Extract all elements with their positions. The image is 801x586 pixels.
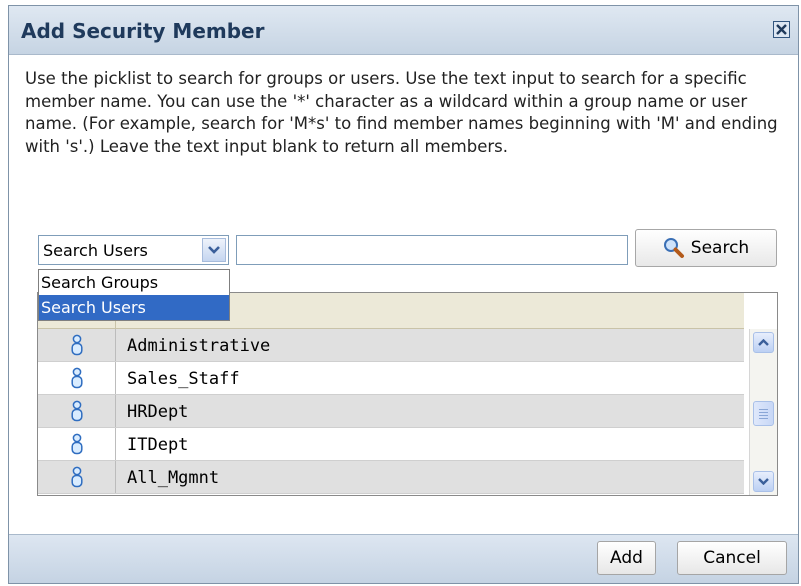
add-security-member-dialog: Add Security Member Use the picklist to …	[8, 5, 799, 584]
option-search-groups[interactable]: Search Groups	[39, 270, 229, 295]
search-button[interactable]: Search	[635, 229, 777, 267]
members-table: mber Administrative Sales_Staff HRDept	[37, 292, 778, 496]
table-row[interactable]: Sales_Staff	[38, 362, 744, 395]
vertical-scrollbar[interactable]	[749, 329, 777, 495]
dialog-footer: Add Cancel	[9, 534, 798, 583]
dialog-title: Add Security Member	[21, 19, 265, 43]
table-row[interactable]: HRDept	[38, 395, 744, 428]
magnifier-icon	[663, 238, 684, 258]
scroll-up-button[interactable]	[753, 332, 774, 353]
member-name: ITDept	[127, 435, 189, 455]
chevron-down-icon	[758, 478, 769, 485]
scroll-thumb[interactable]	[753, 401, 774, 426]
chevron-up-icon	[758, 339, 769, 346]
user-icon	[38, 362, 116, 394]
close-button[interactable]	[773, 21, 790, 38]
scroll-down-button[interactable]	[753, 471, 774, 492]
dropdown-arrow-button[interactable]	[202, 238, 226, 262]
member-name: Sales_Staff	[127, 369, 240, 389]
search-type-dropdown-list[interactable]: Search Groups Search Users	[38, 269, 230, 321]
instructions-text: Use the picklist to search for groups or…	[25, 69, 778, 156]
title-bar[interactable]: Add Security Member	[9, 6, 798, 55]
member-name: HRDept	[127, 402, 189, 422]
table-row[interactable]: ITDept	[38, 428, 744, 461]
search-button-label: Search	[690, 238, 750, 258]
user-icon	[38, 461, 116, 493]
option-search-users[interactable]: Search Users	[39, 295, 229, 320]
table-row[interactable]: Administrative	[38, 329, 744, 362]
cancel-button[interactable]: Cancel	[677, 541, 787, 575]
member-name: All_Mgmnt	[127, 468, 220, 488]
add-button[interactable]: Add	[597, 541, 656, 575]
table-body: Administrative Sales_Staff HRDept ITDept	[38, 329, 744, 494]
search-type-select[interactable]: Search Users	[38, 235, 229, 265]
user-icon	[38, 395, 116, 427]
member-name: Administrative	[127, 336, 271, 356]
user-icon	[38, 329, 116, 361]
user-icon	[38, 428, 116, 460]
close-icon	[776, 24, 787, 35]
table-row[interactable]: All_Mgmnt	[38, 461, 744, 494]
member-search-input[interactable]	[236, 235, 628, 265]
search-type-value: Search Users	[43, 241, 148, 260]
chevron-down-icon	[208, 246, 220, 254]
